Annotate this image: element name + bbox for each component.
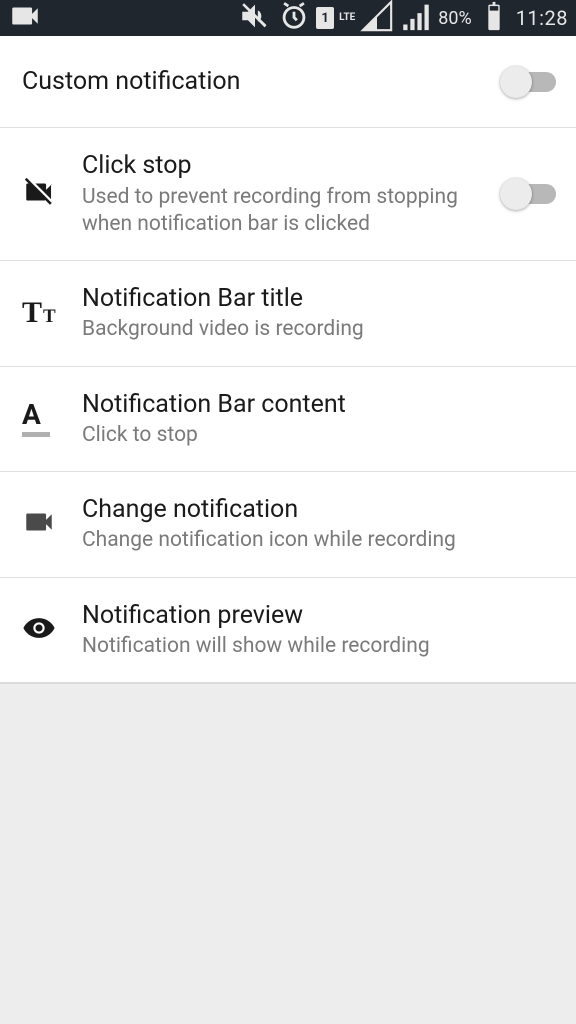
- row-title: Notification Bar title: [82, 283, 544, 314]
- row-subtitle: Background video is recording: [82, 316, 544, 343]
- network-type: LTE: [339, 13, 355, 23]
- row-title: Notification Bar content: [82, 389, 544, 420]
- clock: 11:28: [516, 6, 568, 30]
- row-title: Click stop: [82, 150, 474, 181]
- eye-icon: [22, 611, 56, 649]
- row-notification-bar-title[interactable]: TT Notification Bar title Background vid…: [0, 261, 576, 367]
- row-change-notification[interactable]: Change notification Change notification …: [0, 472, 576, 578]
- status-left: [8, 0, 42, 38]
- toggle-custom-notification[interactable]: [504, 72, 556, 92]
- mute-icon: [238, 0, 272, 38]
- row-click-stop[interactable]: Click stop Used to prevent recording fro…: [0, 128, 576, 261]
- battery-percent: 80%: [438, 8, 471, 29]
- signal-1-icon: [360, 0, 394, 38]
- videocam-off-icon: [22, 175, 56, 213]
- settings-list: Custom notification Click stop Used to p…: [0, 36, 576, 684]
- row-notification-bar-content[interactable]: A Notification Bar content Click to stop: [0, 367, 576, 473]
- row-custom-notification[interactable]: Custom notification: [0, 36, 576, 128]
- signal-2-icon: [399, 0, 433, 38]
- text-underline-icon: A: [22, 401, 50, 437]
- row-title: Custom notification: [22, 66, 474, 97]
- row-subtitle: Click to stop: [82, 422, 544, 449]
- row-title: Change notification: [82, 494, 544, 525]
- battery-icon: [477, 0, 511, 38]
- videocam-icon: [22, 505, 56, 543]
- row-subtitle: Used to prevent recording from stopping …: [82, 184, 474, 239]
- sim-icon: 1: [316, 7, 334, 29]
- row-notification-preview[interactable]: Notification preview Notification will s…: [0, 578, 576, 685]
- status-bar: 1 LTE 80% 11:28: [0, 0, 576, 36]
- alarm-icon: [277, 0, 311, 38]
- row-subtitle: Notification will show while recording: [82, 633, 544, 660]
- text-format-icon: TT: [22, 296, 56, 330]
- row-title: Notification preview: [82, 600, 544, 631]
- status-right: 1 LTE 80% 11:28: [238, 0, 568, 38]
- toggle-click-stop[interactable]: [504, 184, 556, 204]
- row-subtitle: Change notification icon while recording: [82, 527, 544, 554]
- camera-icon: [8, 0, 42, 38]
